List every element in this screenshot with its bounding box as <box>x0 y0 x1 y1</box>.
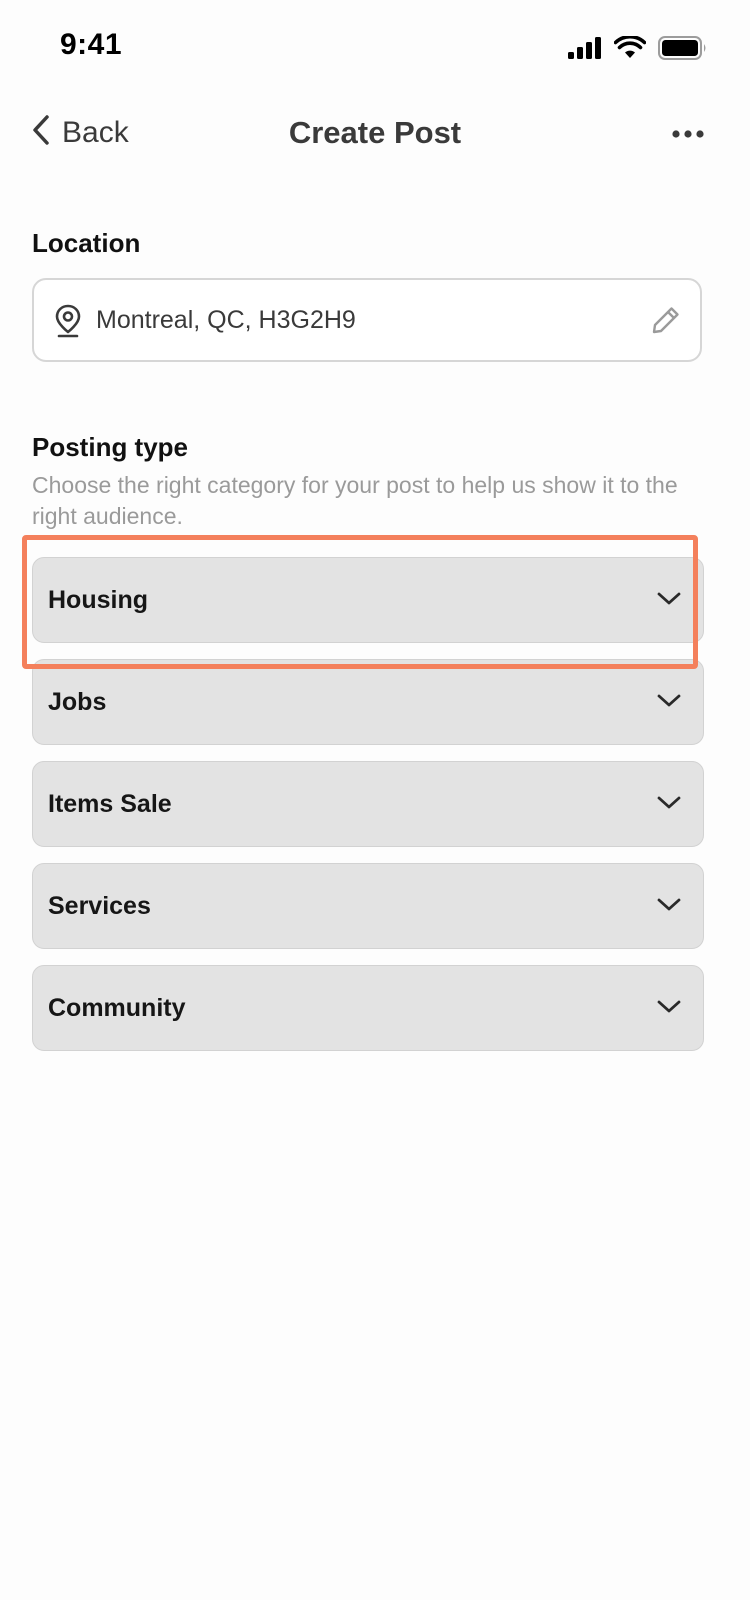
chevron-down-icon <box>657 898 681 917</box>
chevron-down-icon <box>657 1000 681 1019</box>
category-label: Services <box>48 892 151 920</box>
chevron-down-icon <box>657 694 681 713</box>
posting-type-helper-text: Choose the right category for your post … <box>32 472 678 529</box>
battery-icon <box>658 36 708 65</box>
page-title: Create Post <box>288 115 462 150</box>
category-list: Housing Jobs Items Sale Services Communi… <box>32 557 704 1067</box>
location-field[interactable]: Montreal, QC, H3G2H9 <box>32 278 702 362</box>
category-label: Items Sale <box>48 790 172 818</box>
category-jobs[interactable]: Jobs <box>32 659 704 745</box>
cellular-signal-icon <box>568 37 602 64</box>
chevron-down-icon <box>657 796 681 815</box>
pencil-icon[interactable] <box>650 304 682 341</box>
status-icons <box>568 34 708 65</box>
category-housing[interactable]: Housing <box>32 557 704 643</box>
map-pin-icon <box>54 304 82 343</box>
location-value: Montreal, QC, H3G2H9 <box>96 306 356 334</box>
status-time: 9:41 <box>60 28 123 61</box>
wifi-icon <box>613 34 647 65</box>
category-label: Jobs <box>48 688 107 716</box>
location-label: Location <box>32 228 141 258</box>
chevron-down-icon <box>657 592 681 611</box>
category-label: Community <box>48 994 186 1022</box>
category-community[interactable]: Community <box>32 965 704 1051</box>
more-options-button[interactable] <box>672 126 704 144</box>
category-items-sale[interactable]: Items Sale <box>32 761 704 847</box>
navigation-bar: Back Create Post <box>0 96 750 176</box>
status-bar: 9:41 <box>0 0 750 96</box>
more-horizontal-icon <box>672 126 704 143</box>
category-label: Housing <box>48 586 148 614</box>
posting-type-label: Posting type <box>32 432 189 462</box>
category-services[interactable]: Services <box>32 863 704 949</box>
